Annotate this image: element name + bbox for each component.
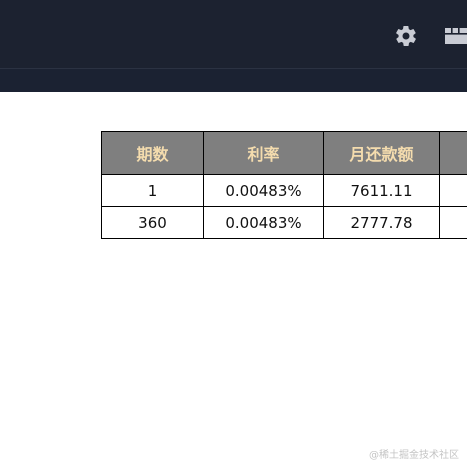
sub-header-bar: [0, 68, 467, 92]
cell-rate: 0.00483%: [203, 206, 324, 239]
app-header: [0, 0, 467, 68]
cell-extra: [439, 206, 467, 239]
column-header-monthly-payment: 月还款额: [323, 131, 440, 175]
column-header-period: 期数: [101, 131, 204, 175]
board-icon[interactable]: [443, 26, 467, 46]
cell-monthly-payment: 7611.11: [323, 174, 440, 207]
cell-monthly-payment: 2777.78: [323, 206, 440, 239]
cell-period: 360: [101, 206, 204, 239]
table-header-row: 期数 利率 月还款额: [101, 131, 467, 175]
column-header-rate: 利率: [203, 131, 324, 175]
repayment-table: 期数 利率 月还款额 1 0.00483% 7611.11 360 0.0048…: [101, 131, 467, 239]
table-row: 360 0.00483% 2777.78: [101, 206, 467, 239]
cell-period: 1: [101, 174, 204, 207]
cell-rate: 0.00483%: [203, 174, 324, 207]
gear-icon[interactable]: [394, 24, 418, 48]
table-row: 1 0.00483% 7611.11: [101, 174, 467, 207]
column-header-extra: [439, 131, 467, 175]
watermark: @稀土掘金技术社区: [369, 450, 459, 461]
cell-extra: [439, 174, 467, 207]
